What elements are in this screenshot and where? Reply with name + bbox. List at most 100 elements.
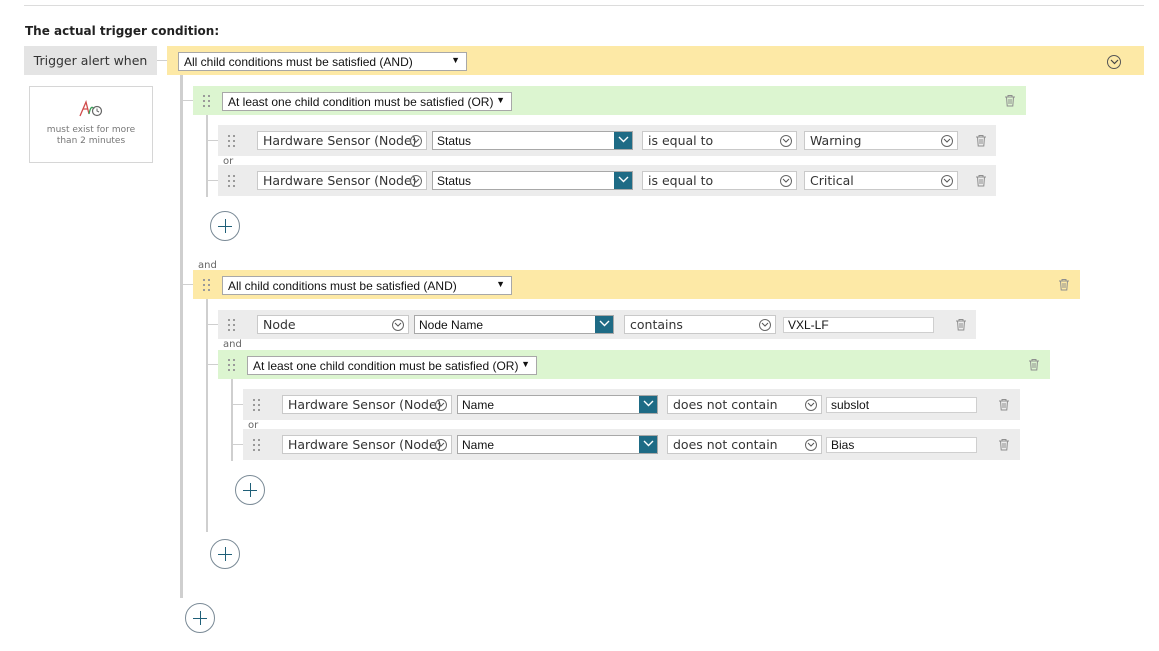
field-select[interactable]: Name	[457, 395, 658, 414]
object-type-text: Hardware Sensor (Node)	[263, 173, 417, 188]
operator-select[interactable]: does not contain	[667, 435, 822, 454]
chevron-down-icon	[780, 175, 792, 187]
chevron-down-icon	[614, 132, 632, 149]
add-condition-button[interactable]	[210, 539, 240, 569]
root-vertical-line	[180, 75, 183, 598]
object-type-select[interactable]: Hardware Sensor (Node)	[282, 435, 452, 454]
chevron-down-icon	[805, 439, 817, 451]
value-select[interactable]: Warning	[804, 131, 958, 150]
value-input[interactable]: Bias	[826, 437, 977, 453]
connector-line	[183, 100, 193, 101]
subgroup-mode-select[interactable]: At least one child condition must be sat…	[247, 356, 537, 375]
chevron-down-icon	[759, 319, 771, 331]
trash-icon[interactable]	[1004, 94, 1016, 107]
field-text: Node Name	[419, 317, 484, 332]
subgroup-vertical-line	[231, 379, 233, 461]
trend-clock-icon	[79, 100, 103, 117]
object-type-select[interactable]: Hardware Sensor (Node)	[257, 171, 427, 190]
field-select[interactable]: Status	[432, 131, 633, 150]
operator-select[interactable]: does not contain	[667, 395, 822, 414]
root-mode-text: All child conditions must be satisfied (…	[184, 54, 413, 69]
field-text: Status	[437, 133, 472, 148]
drag-handle-icon[interactable]	[253, 399, 261, 411]
trigger-alert-label: Trigger alert when	[24, 46, 157, 75]
chevron-down-icon	[410, 175, 422, 187]
dropdown-arrow-icon: ▼	[451, 55, 460, 65]
duration-line-1: must exist for more	[46, 125, 136, 135]
connector-line	[183, 284, 193, 285]
operator-text: does not contain	[673, 437, 778, 452]
field-select[interactable]: Node Name	[414, 315, 614, 334]
add-condition-button[interactable]	[210, 211, 240, 241]
field-text: Name	[462, 437, 495, 452]
trash-icon[interactable]	[975, 174, 987, 187]
field-select[interactable]: Status	[432, 171, 633, 190]
field-text: Status	[437, 173, 472, 188]
connector-line	[208, 180, 218, 181]
chevron-down-icon	[639, 396, 657, 413]
trash-icon[interactable]	[998, 398, 1010, 411]
chevron-down-icon	[410, 135, 422, 147]
trash-icon[interactable]	[955, 318, 967, 331]
connector-line	[233, 444, 243, 445]
drag-handle-icon[interactable]	[228, 175, 236, 187]
value-input[interactable]: VXL-LF	[783, 317, 934, 333]
group2-vertical-line	[206, 299, 208, 532]
drag-handle-icon[interactable]	[228, 135, 236, 147]
chevron-down-icon	[392, 319, 404, 331]
dropdown-arrow-icon: ▼	[496, 95, 505, 105]
operator-text: does not contain	[673, 397, 778, 412]
trigger-alert-text: Trigger alert when	[33, 53, 148, 68]
object-type-text: Hardware Sensor (Node)	[288, 397, 442, 412]
root-mode-select[interactable]: All child conditions must be satisfied (…	[178, 52, 467, 71]
operator-select[interactable]: is equal to	[642, 131, 797, 150]
connector-line	[208, 140, 218, 141]
trash-icon[interactable]	[998, 438, 1010, 451]
chevron-down-icon	[435, 439, 447, 451]
object-type-text: Hardware Sensor (Node)	[263, 133, 417, 148]
value-input[interactable]: subslot	[826, 397, 977, 413]
drag-handle-icon[interactable]	[228, 359, 236, 371]
object-type-select[interactable]: Node	[257, 315, 409, 334]
field-select[interactable]: Name	[457, 435, 658, 454]
group2-mode-text: All child conditions must be satisfied (…	[228, 278, 457, 293]
group2-mode-select[interactable]: All child conditions must be satisfied (…	[222, 276, 512, 295]
drag-handle-icon[interactable]	[203, 279, 211, 291]
trash-icon[interactable]	[975, 134, 987, 147]
group1-mode-select[interactable]: At least one child condition must be sat…	[222, 92, 512, 111]
connector-line	[208, 324, 218, 325]
chevron-down-icon	[435, 399, 447, 411]
drag-handle-icon[interactable]	[203, 95, 211, 107]
group1-vertical-line	[206, 115, 208, 197]
page-heading: The actual trigger condition:	[25, 24, 220, 38]
operator-text: is equal to	[648, 133, 714, 148]
chevron-down-icon	[595, 316, 613, 333]
connector-line	[208, 364, 218, 365]
dropdown-arrow-icon: ▼	[521, 359, 530, 369]
object-type-text: Node	[263, 317, 296, 332]
value-text: Critical	[810, 173, 854, 188]
duration-box[interactable]: must exist for more than 2 minutes	[29, 86, 153, 163]
dropdown-arrow-icon: ▼	[496, 279, 505, 289]
trash-icon[interactable]	[1028, 358, 1040, 371]
collapse-icon[interactable]	[1107, 55, 1121, 69]
object-type-text: Hardware Sensor (Node)	[288, 437, 442, 452]
field-text: Name	[462, 397, 495, 412]
operator-select[interactable]: is equal to	[642, 171, 797, 190]
duration-line-2: than 2 minutes	[56, 136, 126, 146]
drag-handle-icon[interactable]	[253, 439, 261, 451]
object-type-select[interactable]: Hardware Sensor (Node)	[257, 131, 427, 150]
add-condition-button[interactable]	[235, 475, 265, 505]
subgroup-mode-text: At least one child condition must be sat…	[253, 358, 519, 373]
object-type-select[interactable]: Hardware Sensor (Node)	[282, 395, 452, 414]
chevron-down-icon	[780, 135, 792, 147]
value-select[interactable]: Critical	[804, 171, 958, 190]
operator-text: is equal to	[648, 173, 714, 188]
add-condition-button[interactable]	[185, 603, 215, 633]
operator-select[interactable]: contains	[624, 315, 776, 334]
chevron-down-icon	[941, 175, 953, 187]
operator-text: contains	[630, 317, 683, 332]
connector-line	[157, 60, 167, 61]
trash-icon[interactable]	[1058, 278, 1070, 291]
drag-handle-icon[interactable]	[228, 319, 236, 331]
